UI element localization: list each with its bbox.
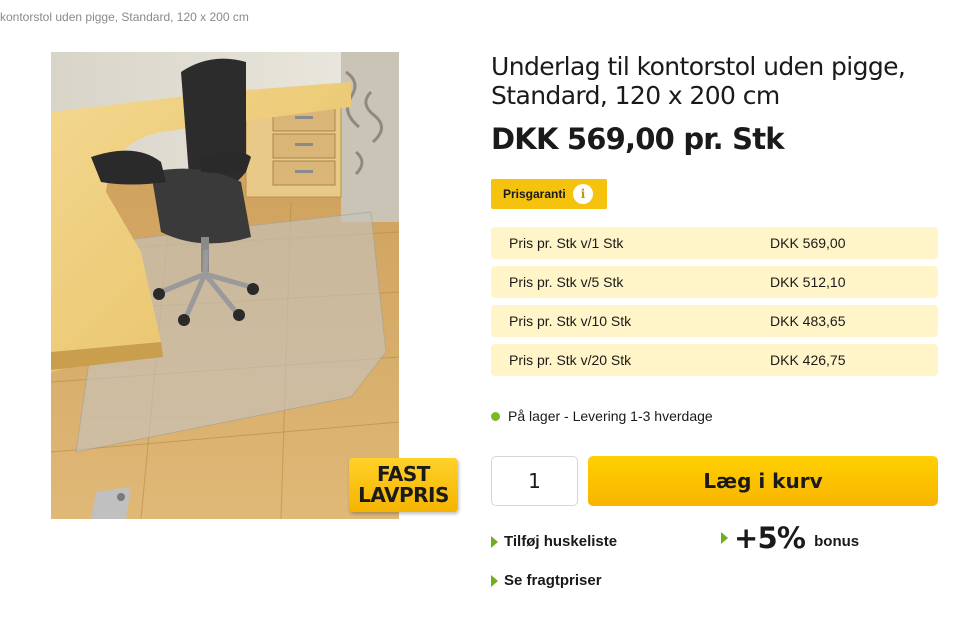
tier-quantity: Pris pr. Stk v/5 Stk xyxy=(509,274,624,290)
tier-price: DKK 512,10 xyxy=(770,274,846,290)
caret-right-icon xyxy=(491,574,498,587)
tier-quantity: Pris pr. Stk v/1 Stk xyxy=(509,235,624,251)
breadcrumb[interactable]: kontorstol uden pigge, Standard, 120 x 2… xyxy=(0,10,249,24)
prisgaranti-badge[interactable]: Prisgaranti i xyxy=(491,179,607,209)
product-title: Underlag til kontorstol uden pigge, Stan… xyxy=(491,52,906,110)
bonus-info[interactable]: +5% bonus xyxy=(721,521,859,555)
add-to-wishlist-link[interactable]: Tilføj huskeliste xyxy=(491,533,617,550)
stock-status: På lager - Levering 1-3 hverdage xyxy=(491,408,713,424)
price-tier-row: Pris pr. Stk v/1 Stk DKK 569,00 xyxy=(491,227,938,259)
bonus-percent: +5% xyxy=(734,521,806,555)
price-tier-row: Pris pr. Stk v/20 Stk DKK 426,75 xyxy=(491,344,938,376)
badge-line1: FAST xyxy=(377,462,430,486)
stock-text: På lager - Levering 1-3 hverdage xyxy=(508,408,713,424)
in-stock-dot-icon xyxy=(491,411,500,421)
freight-label: Se fragtpriser xyxy=(504,572,602,589)
tier-price: DKK 483,65 xyxy=(770,313,846,329)
product-price: DKK 569,00 pr. Stk xyxy=(491,122,785,156)
fast-lavpris-badge: FAST LAVPRIS xyxy=(349,458,458,512)
product-photo xyxy=(51,52,399,519)
tier-quantity: Pris pr. Stk v/20 Stk xyxy=(509,352,632,368)
prisgaranti-label: Prisgaranti xyxy=(503,187,566,201)
wishlist-label: Tilføj huskeliste xyxy=(504,533,618,550)
quantity-input[interactable] xyxy=(491,456,578,506)
caret-right-icon xyxy=(721,532,728,544)
info-icon[interactable]: i xyxy=(573,184,593,204)
freight-prices-link[interactable]: Se fragtpriser xyxy=(491,572,602,589)
caret-right-icon xyxy=(491,535,498,548)
tier-price: DKK 569,00 xyxy=(770,235,846,251)
product-image[interactable] xyxy=(51,52,399,519)
add-to-cart-button[interactable]: Læg i kurv xyxy=(588,456,938,506)
price-tier-row: Pris pr. Stk v/10 Stk DKK 483,65 xyxy=(491,305,938,337)
badge-line2: LAVPRIS xyxy=(358,483,449,507)
price-tier-table: Pris pr. Stk v/1 Stk DKK 569,00 Pris pr.… xyxy=(491,227,938,383)
bonus-label: bonus xyxy=(814,532,860,550)
tier-price: DKK 426,75 xyxy=(770,352,846,368)
tier-quantity: Pris pr. Stk v/10 Stk xyxy=(509,313,632,329)
price-tier-row: Pris pr. Stk v/5 Stk DKK 512,10 xyxy=(491,266,938,298)
